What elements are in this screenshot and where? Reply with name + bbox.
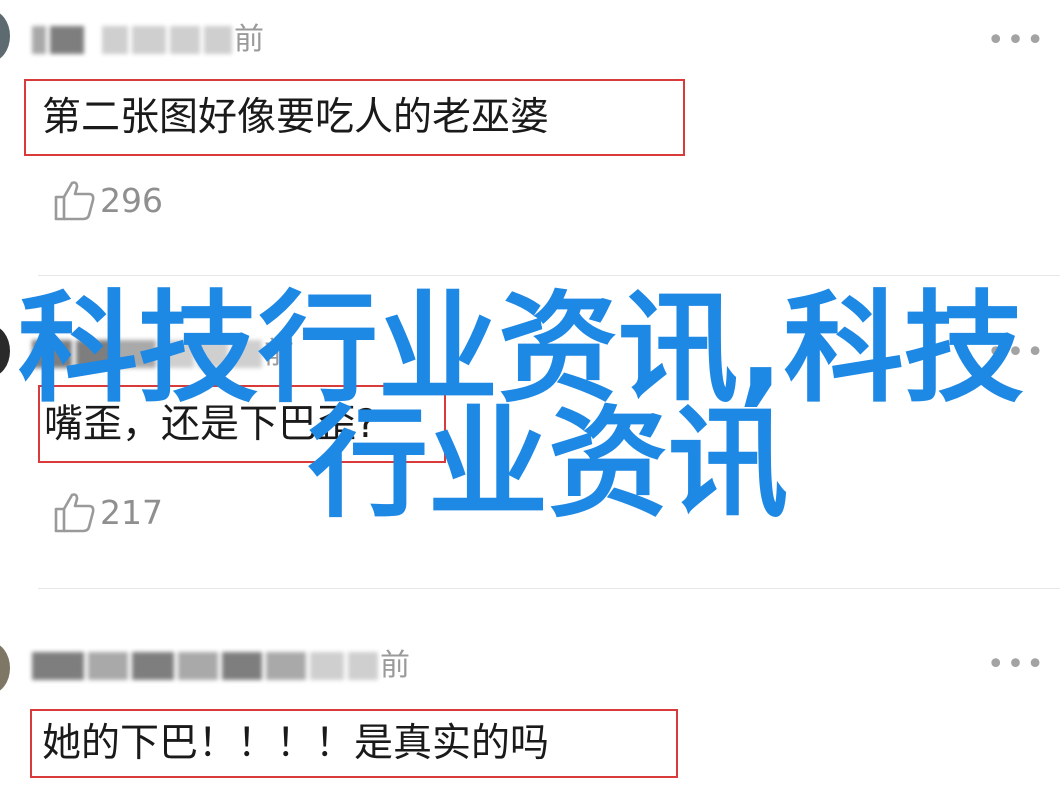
more-dots-icon[interactable]: ••• <box>987 650 1046 680</box>
divider <box>38 275 1060 276</box>
like-button[interactable]: 296 <box>52 178 163 222</box>
avatar[interactable] <box>0 642 10 694</box>
comment-meta: 前 <box>32 646 410 686</box>
timestamp-suffix: 前 <box>264 336 294 371</box>
blurred-username <box>32 26 232 54</box>
comment-meta: 前 <box>32 334 294 374</box>
comment-highlight-box: 第二张图好像要吃人的老巫婆 <box>24 79 685 156</box>
timestamp-suffix: 前 <box>234 22 264 57</box>
more-dots-icon[interactable]: ••• <box>987 26 1046 56</box>
comment-text: 嘴歪，还是下巴歪? <box>44 401 377 447</box>
comment-meta: 前 <box>32 20 264 60</box>
comment-highlight-box: 她的下巴！！！！是真实的吗 <box>30 709 678 778</box>
like-count: 217 <box>100 492 163 532</box>
avatar[interactable] <box>0 10 10 62</box>
avatar[interactable] <box>0 325 10 377</box>
blurred-username <box>32 340 262 368</box>
like-count: 296 <box>100 180 163 220</box>
timestamp-suffix: 前 <box>380 648 410 683</box>
blurred-username <box>32 652 378 680</box>
comment-highlight-box: 嘴歪，还是下巴歪? <box>38 385 446 463</box>
like-button[interactable]: 217 <box>52 490 163 534</box>
comment-text: 第二张图好像要吃人的老巫婆 <box>42 95 550 140</box>
thumbs-up-icon <box>52 178 96 222</box>
thumbs-up-icon <box>52 490 96 534</box>
more-dots-icon[interactable]: ••• <box>987 338 1046 368</box>
comment-text: 她的下巴！！！！是真实的吗 <box>42 721 550 766</box>
divider <box>38 588 1060 589</box>
